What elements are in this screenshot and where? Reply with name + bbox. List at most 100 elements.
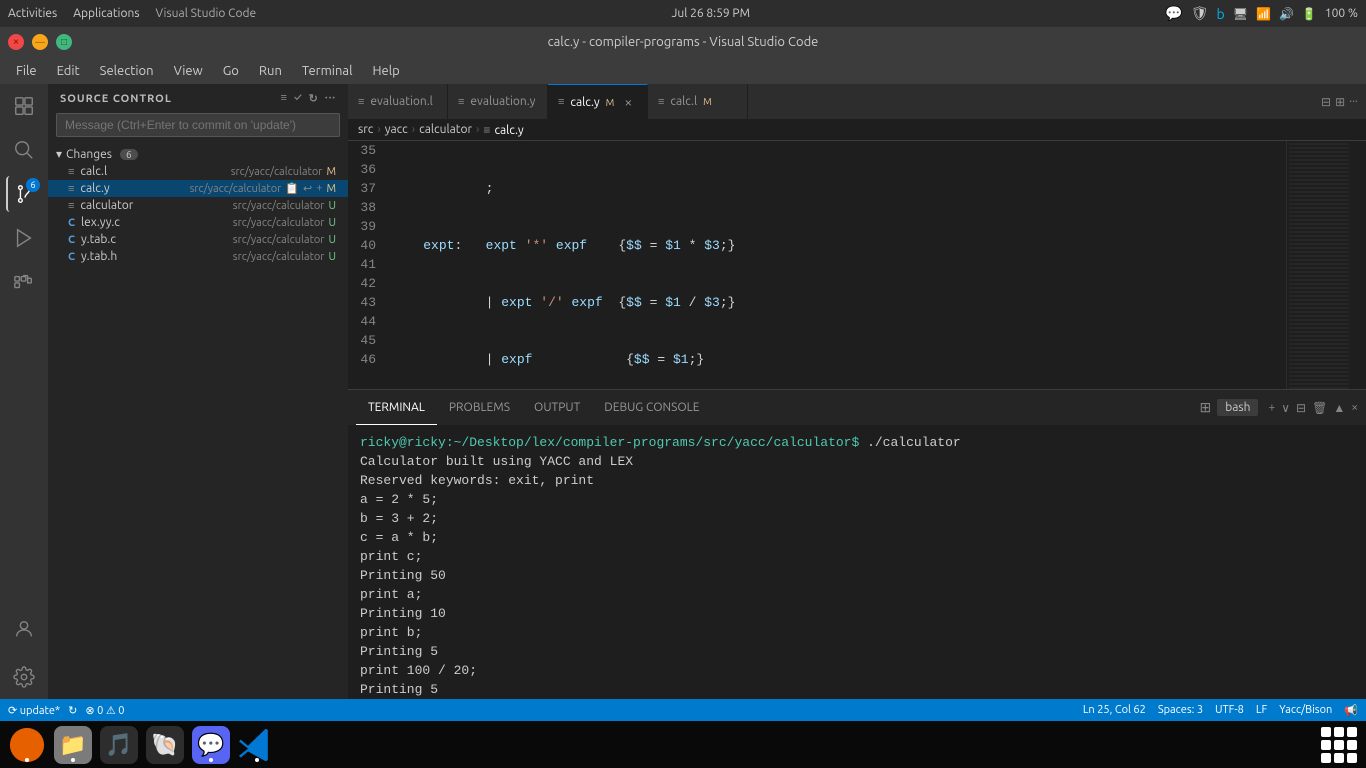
tab-calc-l[interactable]: ≡ calc.l M bbox=[648, 84, 748, 119]
file-path-lexyy: src/yacc/calculator bbox=[233, 217, 325, 229]
shell-name: bash bbox=[1217, 399, 1258, 416]
bc-item-calculator[interactable]: calculator bbox=[419, 123, 472, 136]
shell-add-icon[interactable]: + bbox=[1268, 401, 1275, 414]
tab-close-calc-y[interactable]: × bbox=[624, 94, 632, 110]
maximize-button[interactable]: □ bbox=[56, 34, 72, 50]
kill-terminal-icon[interactable]: 🗑 bbox=[1312, 401, 1327, 415]
status-language[interactable]: Yacc/Bison bbox=[1279, 704, 1332, 716]
taskbar-vscode[interactable] bbox=[238, 726, 276, 764]
panel-tab-problems[interactable]: PROBLEMS bbox=[437, 390, 522, 425]
terminal-content[interactable]: ricky@ricky:~/Desktop/lex/compiler-progr… bbox=[348, 425, 1366, 699]
status-sync[interactable]: ↻ bbox=[68, 704, 77, 717]
copy-icon[interactable]: 📋 bbox=[285, 182, 299, 195]
split-terminal-icon[interactable]: ⊟ bbox=[1296, 401, 1306, 415]
menu-selection[interactable]: Selection bbox=[92, 62, 162, 80]
taskbar-firefox-dot bbox=[25, 758, 29, 762]
terminal-line-8: Printing 50 bbox=[360, 566, 1354, 585]
applications-menu[interactable]: Applications bbox=[73, 7, 139, 20]
commit-message-input[interactable] bbox=[56, 113, 340, 137]
terminal-line-2: Calculator built using YACC and LEX bbox=[360, 452, 1354, 471]
activities-label[interactable]: Activities bbox=[8, 7, 57, 20]
sidebar-icon-more[interactable]: ··· bbox=[325, 92, 336, 105]
activity-settings[interactable] bbox=[6, 659, 42, 695]
terminal-line-11: print b; bbox=[360, 623, 1354, 642]
activity-source-control[interactable]: 6 bbox=[6, 176, 42, 212]
battery-icon: 🔋 bbox=[1302, 7, 1317, 21]
title-bar: × — □ calc.y - compiler-programs - Visua… bbox=[0, 27, 1366, 57]
discord-icon: 💬 bbox=[1165, 5, 1182, 22]
tab-evaluation-l[interactable]: ≡ evaluation.l bbox=[348, 84, 448, 119]
status-encoding[interactable]: UTF-8 bbox=[1215, 704, 1244, 716]
activity-debug[interactable] bbox=[6, 220, 42, 256]
editor-layout-icon[interactable]: ⊞ bbox=[1335, 95, 1345, 109]
status-branch[interactable]: ⟳ update* bbox=[8, 704, 60, 717]
close-panel-icon[interactable]: × bbox=[1351, 401, 1358, 414]
tab-label-calc-l: calc.l bbox=[670, 95, 697, 108]
undo-icon[interactable]: ↩ bbox=[303, 182, 312, 195]
status-feedback-icon[interactable]: 📢 bbox=[1344, 704, 1358, 717]
menu-go[interactable]: Go bbox=[215, 62, 247, 80]
vscode-label[interactable]: Visual Studio Code bbox=[156, 7, 257, 20]
split-editor-icon[interactable]: ⊟ bbox=[1321, 95, 1331, 109]
menu-terminal[interactable]: Terminal bbox=[294, 62, 361, 80]
more-actions-icon[interactable]: ··· bbox=[1349, 95, 1358, 109]
menu-help[interactable]: Help bbox=[364, 62, 407, 80]
file-name-ytabc: y.tab.c bbox=[81, 233, 225, 246]
menu-edit[interactable]: Edit bbox=[49, 62, 88, 80]
status-line-ending[interactable]: LF bbox=[1256, 704, 1267, 716]
bing-icon: b bbox=[1217, 6, 1225, 22]
taskbar-audio[interactable]: 🎵 bbox=[100, 726, 138, 764]
taskbar-firefox[interactable] bbox=[8, 726, 46, 764]
file-icon-ytabh: C bbox=[68, 251, 75, 263]
panel-tab-terminal[interactable]: TERMINAL bbox=[356, 390, 437, 425]
file-item-calcl[interactable]: ≡ calc.l src/yacc/calculator M bbox=[48, 163, 348, 180]
changes-count: 6 bbox=[120, 149, 138, 160]
menu-file[interactable]: File bbox=[8, 62, 45, 80]
taskbar-discord[interactable]: 💬 bbox=[192, 726, 230, 764]
panel-tab-debug[interactable]: DEBUG CONSOLE bbox=[592, 390, 711, 425]
menu-view[interactable]: View bbox=[166, 62, 211, 80]
tab-calc-y[interactable]: ≡ calc.y M × bbox=[548, 84, 648, 119]
file-item-lexyy[interactable]: C lex.yy.c src/yacc/calculator U bbox=[48, 214, 348, 231]
activity-explorer[interactable] bbox=[6, 88, 42, 124]
terminal-line-14: Printing 5 bbox=[360, 680, 1354, 699]
bc-item-src[interactable]: src bbox=[358, 123, 373, 136]
file-icon-ytabc: C bbox=[68, 234, 75, 246]
sidebar-icon-refresh[interactable]: ↻ bbox=[309, 92, 319, 105]
file-item-calcy[interactable]: ≡ calc.y src/yacc/calculator 📋 ↩ + M bbox=[48, 180, 348, 197]
file-item-ytabh[interactable]: C y.tab.h src/yacc/calculator U bbox=[48, 248, 348, 265]
activity-search[interactable] bbox=[6, 132, 42, 168]
file-status-calcy: M bbox=[326, 183, 340, 195]
sidebar-icon-sort[interactable]: ≡ bbox=[281, 92, 288, 105]
sidebar-icon-check[interactable]: ✓ bbox=[294, 92, 303, 105]
add-icon[interactable]: + bbox=[316, 182, 322, 195]
minimize-button[interactable]: — bbox=[32, 34, 48, 50]
status-position[interactable]: Ln 25, Col 62 bbox=[1083, 704, 1146, 716]
bc-sep-2: › bbox=[412, 123, 415, 136]
status-spaces[interactable]: Spaces: 3 bbox=[1158, 704, 1203, 716]
window-title: calc.y - compiler-programs - Visual Stud… bbox=[548, 35, 819, 49]
changes-header[interactable]: ▾ Changes 6 bbox=[48, 145, 348, 163]
status-errors[interactable]: ⊗ 0 ⚠ 0 bbox=[85, 704, 124, 717]
file-item-ytabc[interactable]: C y.tab.c src/yacc/calculator U bbox=[48, 231, 348, 248]
activity-account[interactable] bbox=[6, 611, 42, 647]
tab-evaluation-y[interactable]: ≡ evaluation.y bbox=[448, 84, 548, 119]
taskbar-terminal2[interactable]: 🐚 bbox=[146, 726, 184, 764]
code-pane[interactable]: 35 36 37 38 39 40 41 42 43 44 45 46 bbox=[348, 141, 1366, 389]
chevron-down-icon2[interactable]: ∨ bbox=[1281, 401, 1290, 415]
bc-sep-1: › bbox=[377, 123, 380, 136]
sidebar-header: SOURCE CONTROL ≡ ✓ ↻ ··· bbox=[48, 84, 348, 109]
new-terminal-icon[interactable]: ⊞ bbox=[1199, 399, 1211, 416]
panel-tab-output[interactable]: OUTPUT bbox=[522, 390, 592, 425]
taskbar-files[interactable]: 📁 bbox=[54, 726, 92, 764]
bc-item-file[interactable]: ≡calc.y bbox=[483, 123, 523, 137]
taskbar-grid[interactable] bbox=[1320, 726, 1358, 764]
file-status-lexyy: U bbox=[328, 217, 340, 229]
close-button[interactable]: × bbox=[8, 34, 24, 50]
grid-dot-9 bbox=[1347, 753, 1357, 763]
activity-extensions[interactable] bbox=[6, 264, 42, 300]
file-item-calculator[interactable]: ≡ calculator src/yacc/calculator U bbox=[48, 197, 348, 214]
bc-item-yacc[interactable]: yacc bbox=[385, 123, 408, 136]
menu-run[interactable]: Run bbox=[251, 62, 290, 80]
maximize-panel-icon[interactable]: ▲ bbox=[1333, 401, 1345, 415]
